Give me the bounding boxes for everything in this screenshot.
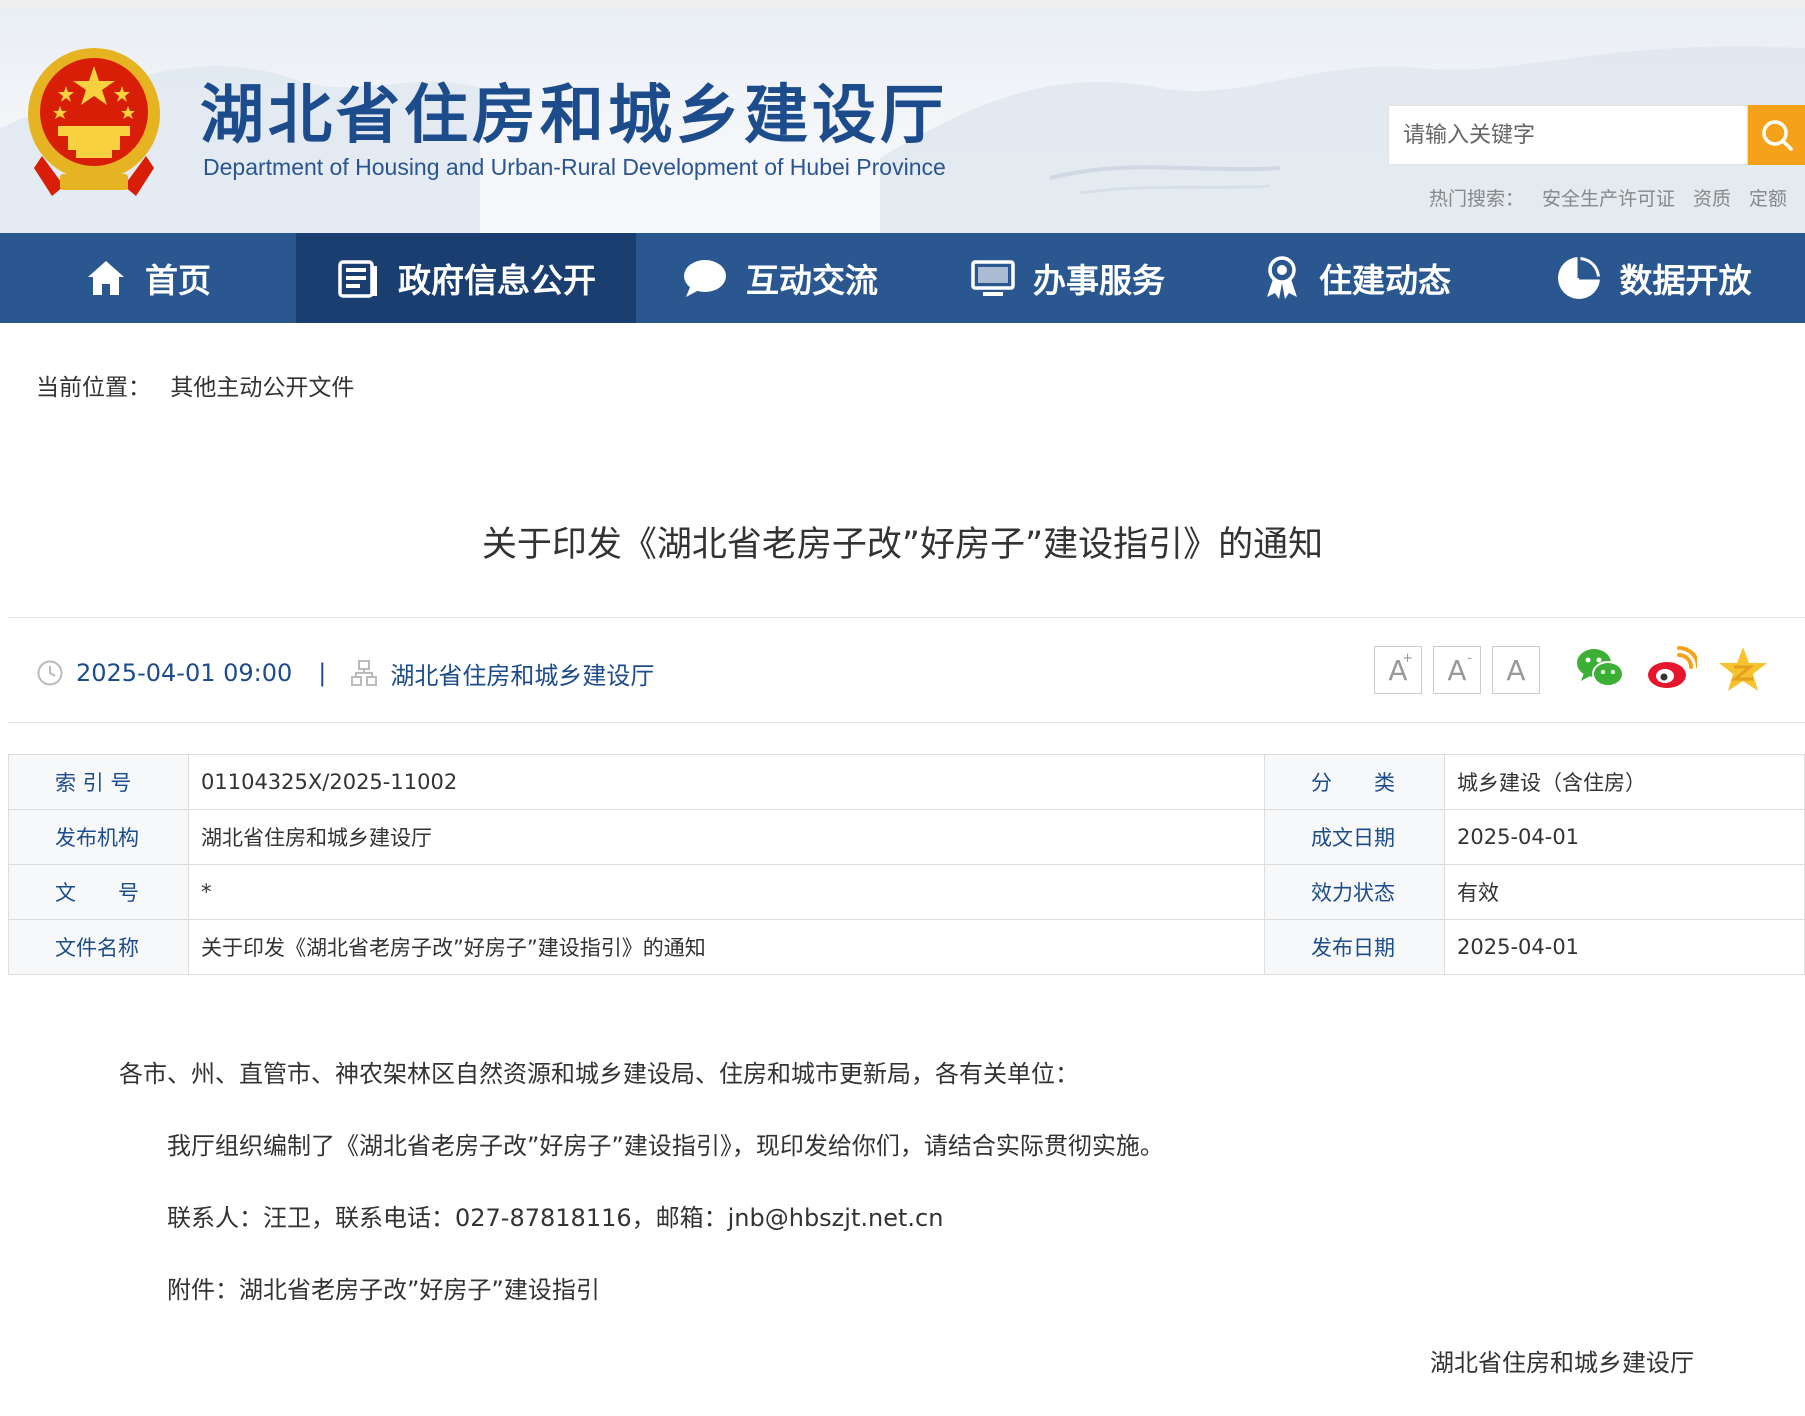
font-increase-mark: + (1402, 651, 1413, 666)
font-decrease-mark: - (1467, 651, 1472, 666)
table-key: 索 引 号 (8, 754, 189, 810)
nav-item-label: 数据开放 (1619, 261, 1752, 300)
table-value: 2025-04-01 (1444, 809, 1805, 865)
search-button[interactable] (1748, 105, 1805, 165)
table-key: 发布日期 (1264, 919, 1445, 975)
nav-item-label: 政府信息公开 (398, 261, 596, 300)
chat-bubble-icon (684, 260, 726, 297)
nav-item-services[interactable]: 办事服务 (924, 233, 1212, 323)
table-key: 成文日期 (1264, 809, 1445, 865)
search-input[interactable] (1389, 106, 1747, 164)
body-paragraph: 联系人：汪卫，联系电话：027-87818116，邮箱：jnb@hbszjt.n… (167, 1204, 944, 1232)
table-key: 文件名称 (8, 919, 189, 975)
table-row: 索 引 号 01104325X/2025-11002 分 类 城乡建设（含住房） (8, 754, 1805, 810)
article-title: 关于印发《湖北省老房子改”好房子”建设指引》的通知 (481, 525, 1324, 565)
publish-source: 湖北省住房和城乡建设厅 (390, 661, 655, 690)
publish-datetime: 2025-04-01 09:00 (76, 659, 293, 687)
table-key: 分 类 (1264, 754, 1445, 810)
font-decrease-button[interactable]: A- (1433, 646, 1481, 694)
divider (8, 617, 1805, 618)
font-reset-button[interactable]: A (1492, 646, 1540, 694)
nav-item-interaction[interactable]: 互动交流 (636, 233, 924, 323)
font-decrease-glyph: A (1447, 653, 1467, 687)
breadcrumb: 当前位置： 其他主动公开文件 (36, 368, 354, 402)
hot-search: 热门搜索： 安全生产许可证 资质 定额 (1429, 184, 1787, 211)
home-icon (88, 261, 124, 295)
table-key: 文 号 (8, 864, 189, 920)
table-value: 有效 (1444, 864, 1805, 920)
table-value: 城乡建设（含住房） (1444, 754, 1805, 810)
table-value: * (188, 864, 1265, 920)
qzone-icon[interactable] (1717, 645, 1769, 693)
font-reset-glyph: A (1506, 653, 1526, 687)
breadcrumb-current[interactable]: 其他主动公开文件 (170, 375, 354, 401)
nav-item-label: 办事服务 (1033, 261, 1165, 300)
site-subtitle: Department of Housing and Urban-Rural De… (203, 154, 946, 180)
meta-separator: | (318, 659, 327, 687)
body-signature: 湖北省住房和城乡建设厅 (1430, 1349, 1694, 1377)
nav-item-label: 互动交流 (746, 261, 878, 300)
table-value: 2025-04-01 (1444, 919, 1805, 975)
award-ribbon-icon (1267, 256, 1297, 299)
organization-icon (351, 660, 378, 686)
document-icon (338, 260, 377, 298)
top-strip (0, 0, 1805, 8)
main-nav: 首页 政府信息公开 互动交流 办事服务 住建动态 数据开放 (0, 233, 1805, 323)
table-row: 文 号 * 效力状态 有效 (8, 864, 1805, 920)
table-key: 效力状态 (1264, 864, 1445, 920)
body-paragraph: 我厅组织编制了《湖北省老房子改”好房子”建设指引》，现印发给你们，请结合实际贯彻… (167, 1132, 1164, 1160)
nav-item-label: 首页 (145, 261, 211, 300)
divider (8, 722, 1805, 723)
nav-item-open-data[interactable]: 数据开放 (1502, 233, 1805, 323)
search-icon (1761, 120, 1793, 151)
table-row: 发布机构 湖北省住房和城乡建设厅 成文日期 2025-04-01 (8, 809, 1805, 865)
font-size-controls: A + A- A (1374, 646, 1540, 694)
info-table: 索 引 号 01104325X/2025-11002 分 类 城乡建设（含住房）… (8, 754, 1805, 975)
font-increase-button[interactable]: A + (1374, 646, 1422, 694)
table-value: 01104325X/2025-11002 (188, 754, 1265, 810)
site-title: 湖北省住房和城乡建设厅 (200, 78, 948, 153)
hot-search-term[interactable]: 定额 (1749, 188, 1787, 210)
article-meta: 2025-04-01 09:00 | 湖北省住房和城乡建设厅 (36, 655, 654, 691)
hot-search-label: 热门搜索： (1428, 188, 1524, 210)
table-value: 湖北省住房和城乡建设厅 (188, 809, 1265, 865)
weibo-icon[interactable] (1645, 645, 1697, 693)
nav-item-home[interactable]: 首页 (0, 233, 296, 323)
body-salutation: 各市、州、直管市、神农架林区自然资源和城乡建设局、住房和城市更新局，各有关单位： (119, 1060, 1079, 1088)
pie-chart-icon (1557, 257, 1600, 299)
table-key: 发布机构 (8, 809, 189, 865)
nav-item-label: 住建动态 (1319, 261, 1451, 300)
national-emblem-icon (28, 48, 160, 196)
clock-icon (37, 660, 63, 686)
hot-search-term[interactable]: 资质 (1693, 188, 1731, 210)
nav-item-news[interactable]: 住建动态 (1212, 233, 1502, 323)
table-value: 关于印发《湖北省老房子改”好房子”建设指引》的通知 (188, 919, 1265, 975)
body-attachment: 附件：湖北省老房子改”好房子”建设指引 (167, 1276, 600, 1304)
search-box (1388, 105, 1748, 165)
nav-item-gov-info[interactable]: 政府信息公开 (296, 233, 636, 323)
wechat-icon[interactable] (1574, 645, 1626, 693)
table-row: 文件名称 关于印发《湖北省老房子改”好房子”建设指引》的通知 发布日期 2025… (8, 919, 1805, 975)
monitor-icon (971, 260, 1015, 296)
hot-search-term[interactable]: 安全生产许可证 (1542, 188, 1675, 210)
breadcrumb-label: 当前位置： (36, 375, 151, 401)
